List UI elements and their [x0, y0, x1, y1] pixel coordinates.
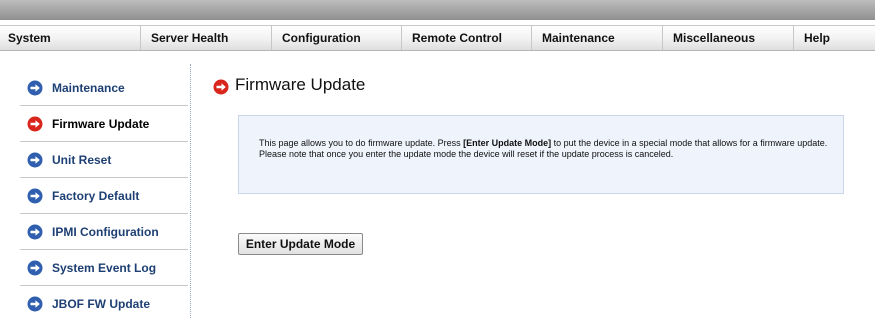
arrow-right-circle-icon	[213, 79, 229, 95]
sidebar-item-label: Maintenance	[52, 81, 125, 95]
arrow-right-circle-icon	[27, 188, 43, 204]
enter-update-mode-button[interactable]: Enter Update Mode	[238, 233, 363, 255]
page-title: Firmware Update	[235, 75, 366, 94]
sidebar-item-maintenance[interactable]: Maintenance	[20, 70, 188, 106]
sidebar-item-label: IPMI Configuration	[52, 225, 159, 239]
menu-miscellaneous[interactable]: Miscellaneous	[662, 26, 793, 50]
menu-maintenance[interactable]: Maintenance	[531, 26, 662, 50]
sidebar-item-label: JBOF FW Update	[52, 297, 150, 311]
sidebar-item-label: Unit Reset	[52, 153, 112, 167]
sidebar-item-firmware-update[interactable]: Firmware Update	[20, 106, 188, 142]
sidebar-item-label: Factory Default	[52, 189, 140, 203]
sidebar-item-system-event-log[interactable]: System Event Log	[20, 250, 188, 286]
menu-remote-control[interactable]: Remote Control	[401, 26, 531, 50]
menu-configuration[interactable]: Configuration	[271, 26, 401, 50]
info-panel: This page allows you to do firmware upda…	[238, 115, 844, 194]
info-text: This page allows you to do firmware upda…	[259, 138, 839, 160]
main-menu-bar: System Server Health Configuration Remot…	[0, 25, 875, 51]
sidebar-item-label: Firmware Update	[52, 117, 150, 131]
arrow-right-circle-icon	[27, 116, 43, 132]
top-banner	[0, 0, 875, 20]
menu-system[interactable]: System	[0, 26, 140, 50]
info-line1-pre: This page allows you to do firmware upda…	[259, 138, 464, 148]
menu-help[interactable]: Help	[793, 26, 875, 50]
arrow-right-circle-icon	[27, 296, 43, 312]
sidebar-item-jbof-fw-update[interactable]: JBOF FW Update	[20, 286, 188, 322]
menu-server-health[interactable]: Server Health	[140, 26, 271, 50]
arrow-right-circle-icon	[27, 152, 43, 168]
sidebar-divider	[190, 64, 191, 318]
info-line1-bold: [Enter Update Mode]	[463, 138, 552, 148]
sidebar-item-factory-default[interactable]: Factory Default	[20, 178, 188, 214]
sidebar-item-unit-reset[interactable]: Unit Reset	[20, 142, 188, 178]
sidebar-nav: Maintenance Firmware Update Unit Reset F…	[20, 70, 188, 322]
arrow-right-circle-icon	[27, 224, 43, 240]
sidebar-item-label: System Event Log	[52, 261, 157, 275]
info-line2: Please note that once you enter the upda…	[259, 149, 674, 159]
arrow-right-circle-icon	[27, 80, 43, 96]
arrow-right-circle-icon	[27, 260, 43, 276]
sidebar-item-ipmi-configuration[interactable]: IPMI Configuration	[20, 214, 188, 250]
info-line1-post: to put the device in a special mode that…	[551, 138, 828, 148]
